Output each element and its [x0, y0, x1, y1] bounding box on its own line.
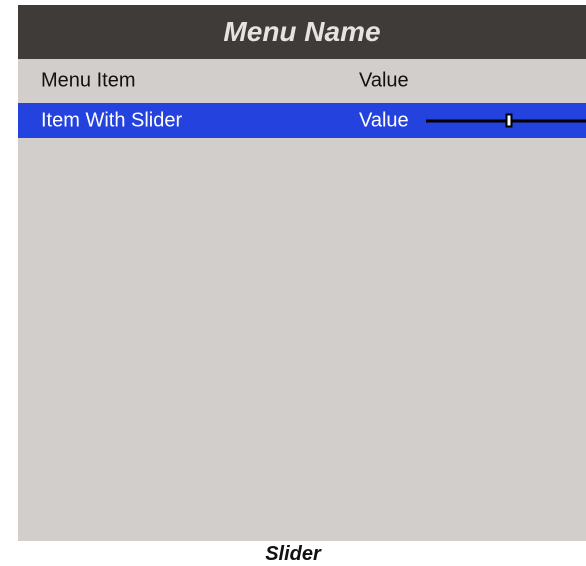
- menu-header: Menu Name: [18, 5, 586, 59]
- slider-item-label: Item With Slider: [41, 109, 183, 131]
- menu-title: Menu Name: [223, 16, 381, 47]
- menu-panel: Menu Name Menu Item Value Item With Slid…: [18, 5, 586, 541]
- slider-thumb[interactable]: [505, 113, 513, 128]
- menu-item-row[interactable]: Menu Item Value: [18, 64, 586, 98]
- menu-item-label: Menu Item: [41, 69, 136, 92]
- slider-item-row[interactable]: Item With Slider Value: [18, 103, 586, 138]
- slider-track[interactable]: [426, 113, 586, 128]
- slider-caption: Slider: [265, 543, 321, 565]
- menu-item-value: Value: [359, 69, 409, 92]
- slider-item-value: Value: [359, 109, 409, 131]
